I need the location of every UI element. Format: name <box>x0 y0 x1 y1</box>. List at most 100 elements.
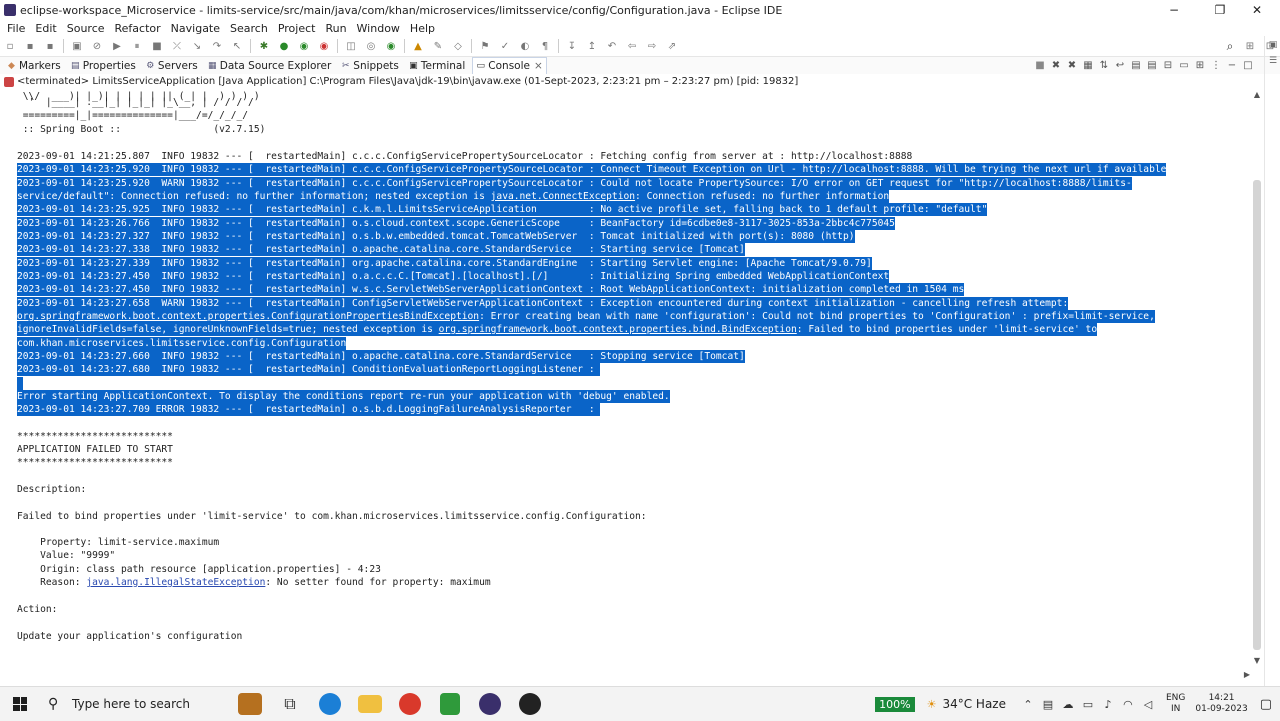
start-button[interactable] <box>0 687 40 721</box>
tab-markers[interactable]: ◆ Markers <box>4 58 64 74</box>
disconnect-icon[interactable]: ⤫ <box>170 39 184 53</box>
wifi-icon[interactable]: ◠ <box>1120 698 1136 711</box>
pin-editor-icon[interactable]: ⇗ <box>665 39 679 53</box>
tab-properties[interactable]: ▤ Properties <box>68 58 139 74</box>
tab-data-source-explorer[interactable]: ▦ Data Source Explorer <box>205 58 335 74</box>
menu-project[interactable]: Project <box>278 22 316 35</box>
suspend-icon[interactable]: ⏸ <box>130 39 144 53</box>
volume-icon[interactable]: ◁ <box>1140 698 1156 711</box>
display-console-icon[interactable]: ▭ <box>1178 60 1190 72</box>
view-menu-icon[interactable]: ⋮ <box>1210 60 1222 72</box>
close-icon[interactable]: × <box>534 60 543 72</box>
taskbar-app-briefcase[interactable] <box>230 687 270 721</box>
scroll-lock-icon[interactable]: ⇅ <box>1098 60 1110 72</box>
menu-window[interactable]: Window <box>357 22 400 35</box>
outline-icon[interactable]: ☰ <box>1267 56 1279 68</box>
annotation-icon[interactable]: ◇ <box>451 39 465 53</box>
language-indicator[interactable]: ENG IN <box>1166 693 1185 715</box>
maximize-view-icon[interactable]: □ <box>1242 60 1254 72</box>
open-type-icon[interactable]: ▲ <box>411 39 425 53</box>
save-icon[interactable]: ▪ <box>23 39 37 53</box>
last-edit-icon[interactable]: ↶ <box>605 39 619 53</box>
remove-all-terminated-icon[interactable]: ✖ <box>1066 60 1078 72</box>
close-button[interactable]: ✕ <box>1234 0 1280 20</box>
menu-run[interactable]: Run <box>325 22 346 35</box>
menu-search[interactable]: Search <box>230 22 268 35</box>
step-into-icon[interactable]: ↘ <box>190 39 204 53</box>
exception-link[interactable]: org.springframework.boot.context.propert… <box>17 311 479 322</box>
show-whitespace-icon[interactable]: ¶ <box>538 39 552 53</box>
minimize-view-icon[interactable]: − <box>1226 60 1238 72</box>
minimize-button[interactable]: − <box>1151 0 1197 20</box>
taskbar-app-explorer[interactable] <box>350 687 390 721</box>
scroll-up-icon[interactable]: ▲ <box>1251 90 1263 102</box>
menu-edit[interactable]: Edit <box>35 22 56 35</box>
taskbar-app-stocks[interactable] <box>430 687 470 721</box>
menu-file[interactable]: File <box>7 22 25 35</box>
back-icon[interactable]: ⇦ <box>625 39 639 53</box>
vertical-scrollbar[interactable]: ▲ ▼ <box>1251 90 1263 668</box>
stop-icon[interactable]: ■ <box>150 39 164 53</box>
show-hidden-icons-icon[interactable]: ⌃ <box>1020 698 1036 711</box>
coverage-icon[interactable]: ◉ <box>297 39 311 53</box>
taskbar-app-eclipse[interactable] <box>470 687 510 721</box>
step-return-icon[interactable]: ↖ <box>230 39 244 53</box>
previous-annotation-icon[interactable]: ↥ <box>585 39 599 53</box>
exception-link[interactable]: java.net.ConnectException <box>491 191 635 202</box>
exception-link[interactable]: org.springframework.boot.context.propert… <box>439 324 797 335</box>
weather-text[interactable]: 34°C Haze <box>942 697 1006 711</box>
show-stderr-icon[interactable]: ▤ <box>1146 60 1158 72</box>
tab-terminal[interactable]: ▣ Terminal <box>406 58 468 74</box>
taskbar-app-chrome[interactable] <box>390 687 430 721</box>
word-wrap-icon[interactable]: ↩ <box>1114 60 1126 72</box>
menu-source[interactable]: Source <box>67 22 105 35</box>
scroll-down-icon[interactable]: ▼ <box>1251 656 1263 668</box>
console-output[interactable]: \\/ ___)| |_)| | | | | || (_| | ) ) ) ) … <box>14 90 1250 668</box>
horizontal-scrollbar[interactable]: ▶ <box>14 670 1250 680</box>
new-package-icon[interactable]: ◎ <box>364 39 378 53</box>
globe-icon[interactable]: ◐ <box>518 39 532 53</box>
tab-console[interactable]: ▭ Console × <box>472 57 547 74</box>
scroll-right-icon[interactable]: ▶ <box>1244 670 1250 679</box>
pin-console-icon[interactable]: ⊟ <box>1162 60 1174 72</box>
open-console-icon[interactable]: ⊞ <box>1194 60 1206 72</box>
restore-view-icon[interactable]: ▣ <box>1267 40 1279 52</box>
terminal-open-icon[interactable]: ▣ <box>70 39 84 53</box>
scrollbar-thumb[interactable] <box>1253 180 1261 650</box>
menu-navigate[interactable]: Navigate <box>171 22 220 35</box>
tab-snippets[interactable]: ✂ Snippets <box>338 58 402 74</box>
step-over-icon[interactable]: ↷ <box>210 39 224 53</box>
menu-help[interactable]: Help <box>410 22 435 35</box>
terminate-icon[interactable]: ■ <box>1034 60 1046 72</box>
new-java-project-icon[interactable]: ◫ <box>344 39 358 53</box>
microphone-icon[interactable]: ♪ <box>1100 698 1116 711</box>
skip-breakpoints-icon[interactable]: ⊘ <box>90 39 104 53</box>
mark-icon[interactable]: ✓ <box>498 39 512 53</box>
taskbar-task-view[interactable]: ⧉ <box>270 687 310 721</box>
notifications-icon[interactable]: ▢ <box>1260 697 1272 712</box>
taskbar-search[interactable]: ⚲ Type here to search <box>40 687 230 721</box>
onedrive-icon[interactable]: ☁ <box>1060 698 1076 711</box>
tab-servers[interactable]: ⚙ Servers <box>143 58 201 74</box>
search-icon[interactable]: ⌕ <box>1223 39 1237 53</box>
run-icon[interactable]: ● <box>277 39 291 53</box>
next-annotation-icon[interactable]: ↧ <box>565 39 579 53</box>
clear-console-icon[interactable]: ▦ <box>1082 60 1094 72</box>
resume-icon[interactable]: ▶ <box>110 39 124 53</box>
meet-now-icon[interactable]: ▤ <box>1040 698 1056 711</box>
forward-icon[interactable]: ⇨ <box>645 39 659 53</box>
exception-link[interactable]: java.lang.IllegalStateException <box>86 577 265 588</box>
search-toolbar-icon[interactable]: ✎ <box>431 39 445 53</box>
save-all-icon[interactable]: ▪ <box>43 39 57 53</box>
battery-indicator[interactable]: 100% <box>875 696 915 712</box>
remove-launch-icon[interactable]: ✖ <box>1050 60 1062 72</box>
new-class-icon[interactable]: ◉ <box>384 39 398 53</box>
new-icon[interactable]: ▫ <box>3 39 17 53</box>
show-stdout-icon[interactable]: ▤ <box>1130 60 1142 72</box>
external-tools-icon[interactable]: ◉ <box>317 39 331 53</box>
menu-refactor[interactable]: Refactor <box>115 22 161 35</box>
debug-icon[interactable]: ✱ <box>257 39 271 53</box>
clock[interactable]: 14:21 01-09-2023 <box>1195 693 1247 715</box>
taskbar-app-recorder[interactable] <box>510 687 550 721</box>
pin-icon[interactable]: ⚑ <box>478 39 492 53</box>
